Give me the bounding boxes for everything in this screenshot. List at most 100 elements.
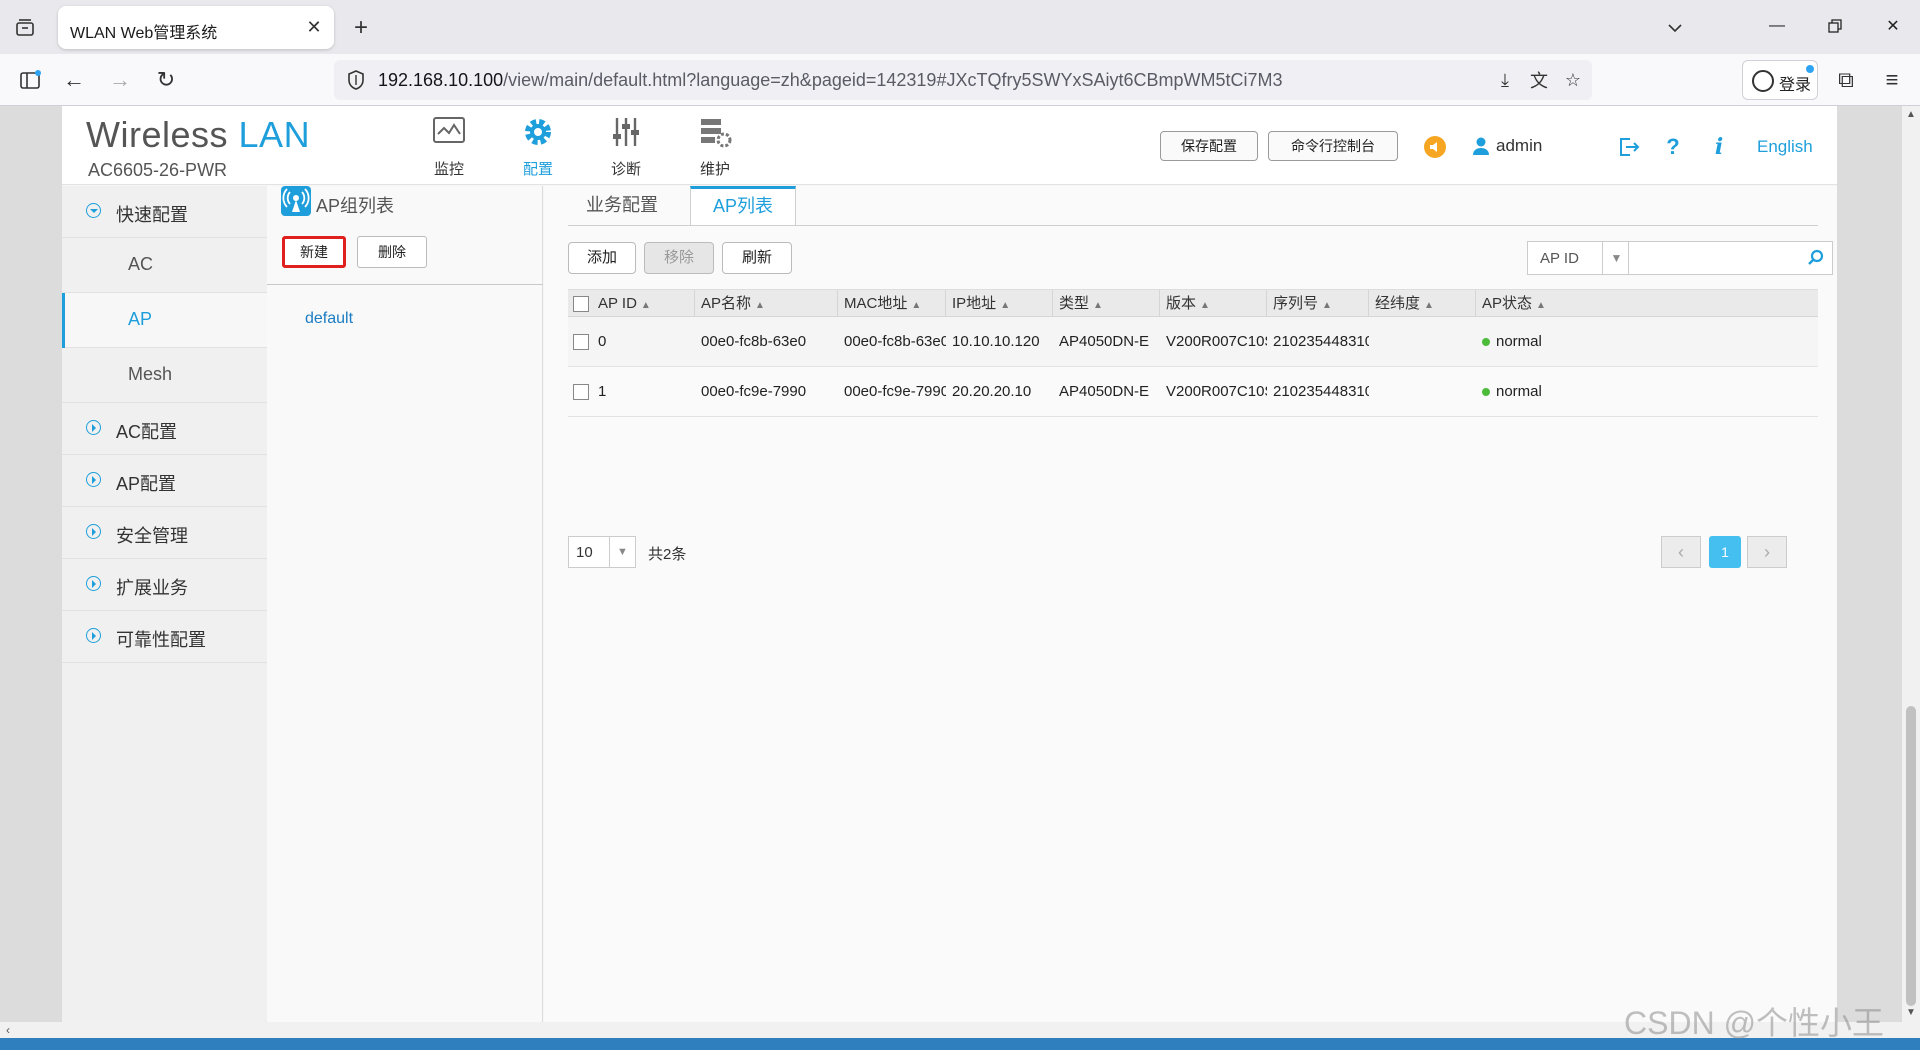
nav-monitor[interactable]: 监控 [414,112,484,178]
menu-icon[interactable]: ≡ [1876,64,1908,96]
cell-status: normal [1476,317,1676,367]
expand-icon [86,576,101,591]
logout-icon[interactable] [1616,134,1642,160]
sidebar-item-mesh[interactable]: Mesh [62,348,267,403]
cell-serial: 210235448310... [1273,333,1369,350]
chevron-down-icon[interactable] [1658,14,1692,42]
nav-config[interactable]: 配置 [503,112,573,178]
prev-page-icon[interactable]: ‹ [1661,536,1701,568]
cell-serial: 210235448310... [1273,383,1369,400]
status-dot [1482,388,1490,397]
expand-icon [86,524,101,539]
user-icon [1472,136,1490,156]
language-link[interactable]: English [1757,137,1813,157]
ap-group-default[interactable]: default [305,310,353,328]
add-button[interactable]: 添加 [568,242,636,274]
address-bar[interactable]: 192.168.10.100/view/main/default.html?la… [334,60,1592,100]
col-ip[interactable]: IP地址 ▲ [946,290,1053,318]
minimize-icon[interactable]: — [1755,10,1799,42]
table-row[interactable]: 0 00e0-fc8b-63e0 00e0-fc8b-63e0 10.10.10… [568,317,1818,367]
ap-group-pane: AP组列表 新建 删除 default [267,186,543,1022]
delete-group-button[interactable]: 删除 [357,236,427,268]
sidebar-item-ap[interactable]: AP [62,293,267,348]
info-icon[interactable]: i [1706,134,1732,160]
col-mac[interactable]: MAC地址 ▲ [838,290,946,318]
refresh-button[interactable]: 刷新 [722,242,792,274]
total-count: 共2条 [648,546,687,563]
remove-button[interactable]: 移除 [644,242,714,274]
sidebar-toggle-icon[interactable] [14,64,46,96]
page-1-button[interactable]: 1 [1709,536,1741,568]
select-all-checkbox[interactable] [573,296,589,312]
new-group-button[interactable]: 新建 [282,236,346,268]
browser-tab-bar: WLAN Web管理系统 ✕ + — ✕ [0,0,1920,54]
cell-geo [1369,317,1476,367]
wifi-antenna-icon [281,186,311,216]
sidebar-item-ap-config[interactable]: AP配置 [62,455,267,507]
star-icon[interactable]: ☆ [1560,67,1586,93]
cell-type: AP4050DN-E [1059,333,1150,350]
tab-list-icon[interactable] [10,14,40,42]
help-icon[interactable]: ? [1660,134,1686,160]
col-type[interactable]: 类型 ▲ [1053,290,1160,318]
cell-mac: 00e0-fc9e-7990 [844,383,946,400]
save-config-button[interactable]: 保存配置 [1160,131,1258,161]
scroll-left-icon[interactable]: ‹ [2,1023,14,1037]
sidebar-item-quick-config[interactable]: 快速配置 [62,186,267,238]
sidebar-item-reliability[interactable]: 可靠性配置 [62,611,267,663]
browser-tab[interactable]: WLAN Web管理系统 ✕ [58,6,334,49]
row-checkbox[interactable] [573,384,589,400]
search-field-select[interactable]: AP ID ▼ [1527,241,1629,275]
cell-ap-name: 00e0-fc9e-7990 [701,383,807,400]
search-input[interactable] [1629,241,1833,275]
page-size-select[interactable]: 10 ▼ [568,536,636,568]
login-button[interactable]: 登录 [1742,60,1818,100]
cell-ip: 10.10.10.120 [952,333,1040,350]
ap-table: AP ID ▲ AP名称 ▲ MAC地址 ▲ IP地址 ▲ 类型 ▲ 版本 ▲ 序列号 ▲ 经… [568,289,1818,417]
cli-console-button[interactable]: 命令行控制台 [1268,131,1398,161]
sidebar-item-extended[interactable]: 扩展业务 [62,559,267,611]
scroll-up-icon[interactable]: ▲ [1905,108,1917,120]
scroll-down-icon[interactable]: ▼ [1905,1006,1917,1018]
next-page-icon[interactable]: › [1747,536,1787,568]
extensions-icon[interactable]: ⧉ [1830,64,1862,96]
search-icon[interactable] [1806,248,1826,268]
table-row[interactable]: 1 00e0-fc9e-7990 00e0-fc9e-7990 20.20.20… [568,367,1818,417]
sidebar-item-security[interactable]: 安全管理 [62,507,267,559]
browser-nav-bar: ← → ↻ 192.168.10.100/view/main/default.h… [0,54,1920,106]
account-icon [1752,70,1774,92]
caret-down-icon: ▼ [609,537,635,567]
close-icon[interactable]: ✕ [302,15,326,39]
speaker-icon[interactable] [1424,136,1446,158]
nav-maintain[interactable]: 维护 [680,112,750,178]
download-icon[interactable]: ⤓ [1492,67,1518,93]
reload-icon[interactable]: ↻ [150,64,182,96]
tab-ap-list[interactable]: AP列表 [690,186,796,226]
col-ap-name[interactable]: AP名称 ▲ [695,290,838,318]
vertical-scrollbar[interactable]: ▲ ▼ [1902,106,1920,1022]
shield-icon[interactable] [344,68,368,92]
col-geo[interactable]: 经纬度 ▲ [1369,290,1476,318]
forward-icon[interactable]: → [104,64,136,96]
restore-icon[interactable] [1813,10,1857,42]
nav-diagnose[interactable]: 诊断 [591,112,661,178]
cell-ap-id: 0 [598,333,607,350]
translate-icon[interactable]: 文 [1526,67,1552,93]
tab-business-config[interactable]: 业务配置 [568,186,676,226]
sidebar-item-ac-config[interactable]: AC配置 [62,403,267,455]
row-checkbox[interactable] [573,334,589,350]
back-icon[interactable]: ← [58,64,90,96]
collapse-icon [86,203,101,218]
col-ap-status[interactable]: AP状态 ▲ [1476,290,1818,318]
sidebar-item-ac[interactable]: AC [62,238,267,293]
new-tab-icon[interactable]: + [346,14,376,42]
col-serial[interactable]: 序列号 ▲ [1267,290,1369,318]
col-version[interactable]: 版本 ▲ [1160,290,1267,318]
sliders-icon [609,116,643,148]
expand-icon [86,472,101,487]
cell-geo [1369,367,1476,417]
scrollbar-thumb[interactable] [1906,706,1916,1006]
col-ap-id[interactable]: AP ID ▲ [592,290,695,318]
window-close-icon[interactable]: ✕ [1871,10,1915,42]
expand-icon [86,628,101,643]
